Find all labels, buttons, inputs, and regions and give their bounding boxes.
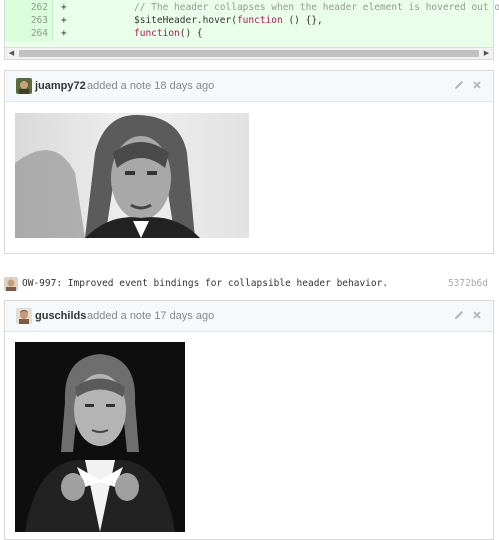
avatar[interactable]	[16, 308, 32, 324]
note-timestamp: added a note 18 days ago	[87, 80, 215, 92]
close-icon[interactable]	[471, 79, 483, 91]
note-timestamp: added a note 17 days ago	[87, 310, 215, 322]
line-number: 264	[5, 26, 53, 41]
diff-block: 262 + // The header collapses when the h…	[4, 0, 499, 60]
note-card: guschilds added a note 17 days ago	[4, 300, 494, 540]
note-author[interactable]: juampy72	[35, 80, 86, 92]
horizontal-scrollbar[interactable]: ◀ ▶	[5, 47, 493, 59]
chevron-left-icon[interactable]: ◀	[6, 49, 17, 58]
code-token: () {},	[282, 15, 323, 26]
close-icon[interactable]	[471, 309, 483, 321]
note-image	[15, 113, 249, 238]
code-token: () {	[179, 28, 203, 39]
note-image	[15, 342, 185, 532]
avatar[interactable]	[4, 277, 18, 291]
diff-line: 264 + function() {	[5, 26, 493, 41]
avatar[interactable]	[16, 78, 32, 94]
chevron-right-icon[interactable]: ▶	[481, 49, 492, 58]
note-header: guschilds added a note 17 days ago	[5, 301, 493, 332]
diff-sign: +	[61, 28, 67, 39]
note-card: juampy72 added a note 18 days ago	[4, 70, 494, 254]
commit-message[interactable]: OW-997: Improved event bindings for coll…	[22, 278, 388, 289]
commit-sha[interactable]: 5372b6d	[448, 278, 488, 289]
note-header: juampy72 added a note 18 days ago	[5, 71, 493, 102]
code-keyword: function	[134, 28, 180, 39]
code-token: $siteHeader.hover(	[134, 15, 237, 26]
pencil-icon[interactable]	[453, 79, 465, 91]
code-keyword: function	[236, 15, 283, 26]
commit-line: OW-997: Improved event bindings for coll…	[4, 276, 494, 292]
note-author[interactable]: guschilds	[35, 310, 86, 322]
code-text: function() {	[134, 26, 203, 41]
pencil-icon[interactable]	[453, 309, 465, 321]
scrollbar-thumb[interactable]	[19, 50, 479, 57]
